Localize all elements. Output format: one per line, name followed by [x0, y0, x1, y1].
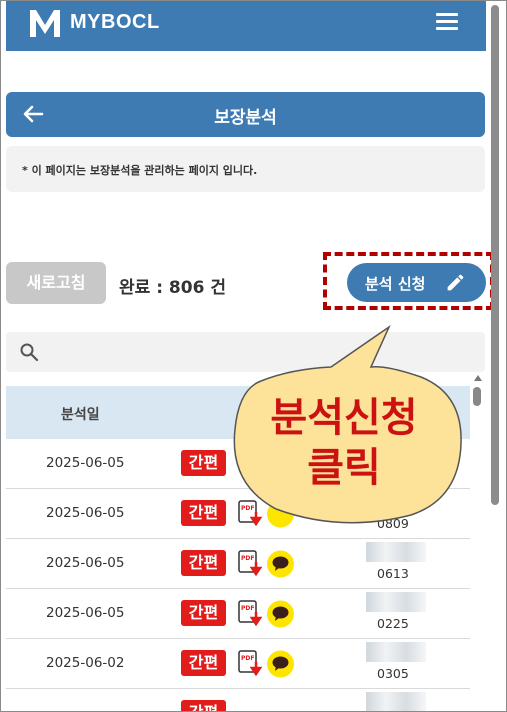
simple-badge[interactable]: 간편: [181, 700, 226, 711]
page-frame: MYBOCL 보장분석 * 이 페이지는 보장분석을 관리하는 페이지 입니다.…: [0, 0, 507, 712]
pdf-download-icon[interactable]: PDF: [237, 599, 263, 629]
simple-badge[interactable]: 간편: [181, 500, 226, 526]
table-row[interactable]: 2025-06-02 간편 PDF 0305: [6, 639, 470, 689]
menu-icon[interactable]: [436, 13, 458, 31]
pdf-download-icon[interactable]: PDF: [237, 549, 263, 579]
analysis-request-label: 분석 신청: [365, 275, 426, 293]
page-title-bar: 보장분석: [6, 92, 485, 137]
row-number: 0305: [377, 666, 409, 681]
row-date: 2025-06-05: [46, 605, 125, 621]
masked-name-image: [366, 692, 426, 711]
callout-line-1: 분석신청: [270, 395, 418, 441]
row-number: 0225: [377, 616, 409, 631]
kakao-talk-icon[interactable]: [266, 550, 295, 578]
page-title: 보장분석: [214, 108, 277, 128]
column-header-date: 분석일: [61, 407, 100, 423]
table-scrollbar[interactable]: [471, 373, 483, 711]
scroll-up-arrow-icon[interactable]: [474, 375, 482, 381]
table-row[interactable]: 2025-06-05 간편 PDF 0225: [6, 589, 470, 639]
kakao-talk-icon[interactable]: [266, 600, 295, 628]
app-header: MYBOCL: [6, 1, 486, 51]
completed-count: 완료 : 806 건: [119, 278, 226, 298]
refresh-button[interactable]: 새로고침: [6, 262, 106, 304]
simple-badge[interactable]: 간편: [181, 450, 226, 476]
simple-badge[interactable]: 간편: [181, 600, 226, 626]
row-date: 2025-06-05: [46, 505, 125, 521]
callout-text: 분석신청 클릭: [221, 393, 467, 493]
app-name: MYBOCL: [70, 11, 160, 33]
svg-text:PDF: PDF: [241, 655, 254, 662]
table-row[interactable]: 2025-06-05 간편 PDF 0613: [6, 539, 470, 589]
page-scrollbar-thumb[interactable]: [491, 5, 499, 505]
masked-name-image: [366, 592, 426, 612]
row-date: 2025-06-05: [46, 555, 125, 571]
search-icon: [20, 343, 39, 362]
analysis-request-button[interactable]: 분석 신청: [347, 263, 486, 302]
svg-text:PDF: PDF: [241, 605, 254, 612]
notice-box: * 이 페이지는 보장분석을 관리하는 페이지 입니다.: [6, 146, 485, 192]
callout-line-2: 클릭: [307, 445, 381, 491]
svg-text:PDF: PDF: [241, 555, 254, 562]
simple-badge[interactable]: 간편: [181, 550, 226, 576]
masked-name-image: [366, 542, 426, 562]
table-row[interactable]: 간편: [6, 689, 470, 711]
masked-name-image: [366, 642, 426, 662]
row-date: 2025-06-02: [46, 655, 125, 671]
page-scrollbar[interactable]: [491, 1, 501, 711]
pdf-download-icon[interactable]: PDF: [237, 649, 263, 679]
logo-icon: [30, 10, 60, 37]
row-date: 2025-06-05: [46, 455, 125, 471]
table-scrollbar-thumb[interactable]: [473, 387, 481, 406]
pencil-icon: [447, 274, 464, 291]
notice-text: * 이 페이지는 보장분석을 관리하는 페이지 입니다.: [22, 164, 258, 177]
simple-badge[interactable]: 간편: [181, 650, 226, 676]
row-number: 0613: [377, 566, 409, 581]
kakao-talk-icon[interactable]: [266, 650, 295, 678]
